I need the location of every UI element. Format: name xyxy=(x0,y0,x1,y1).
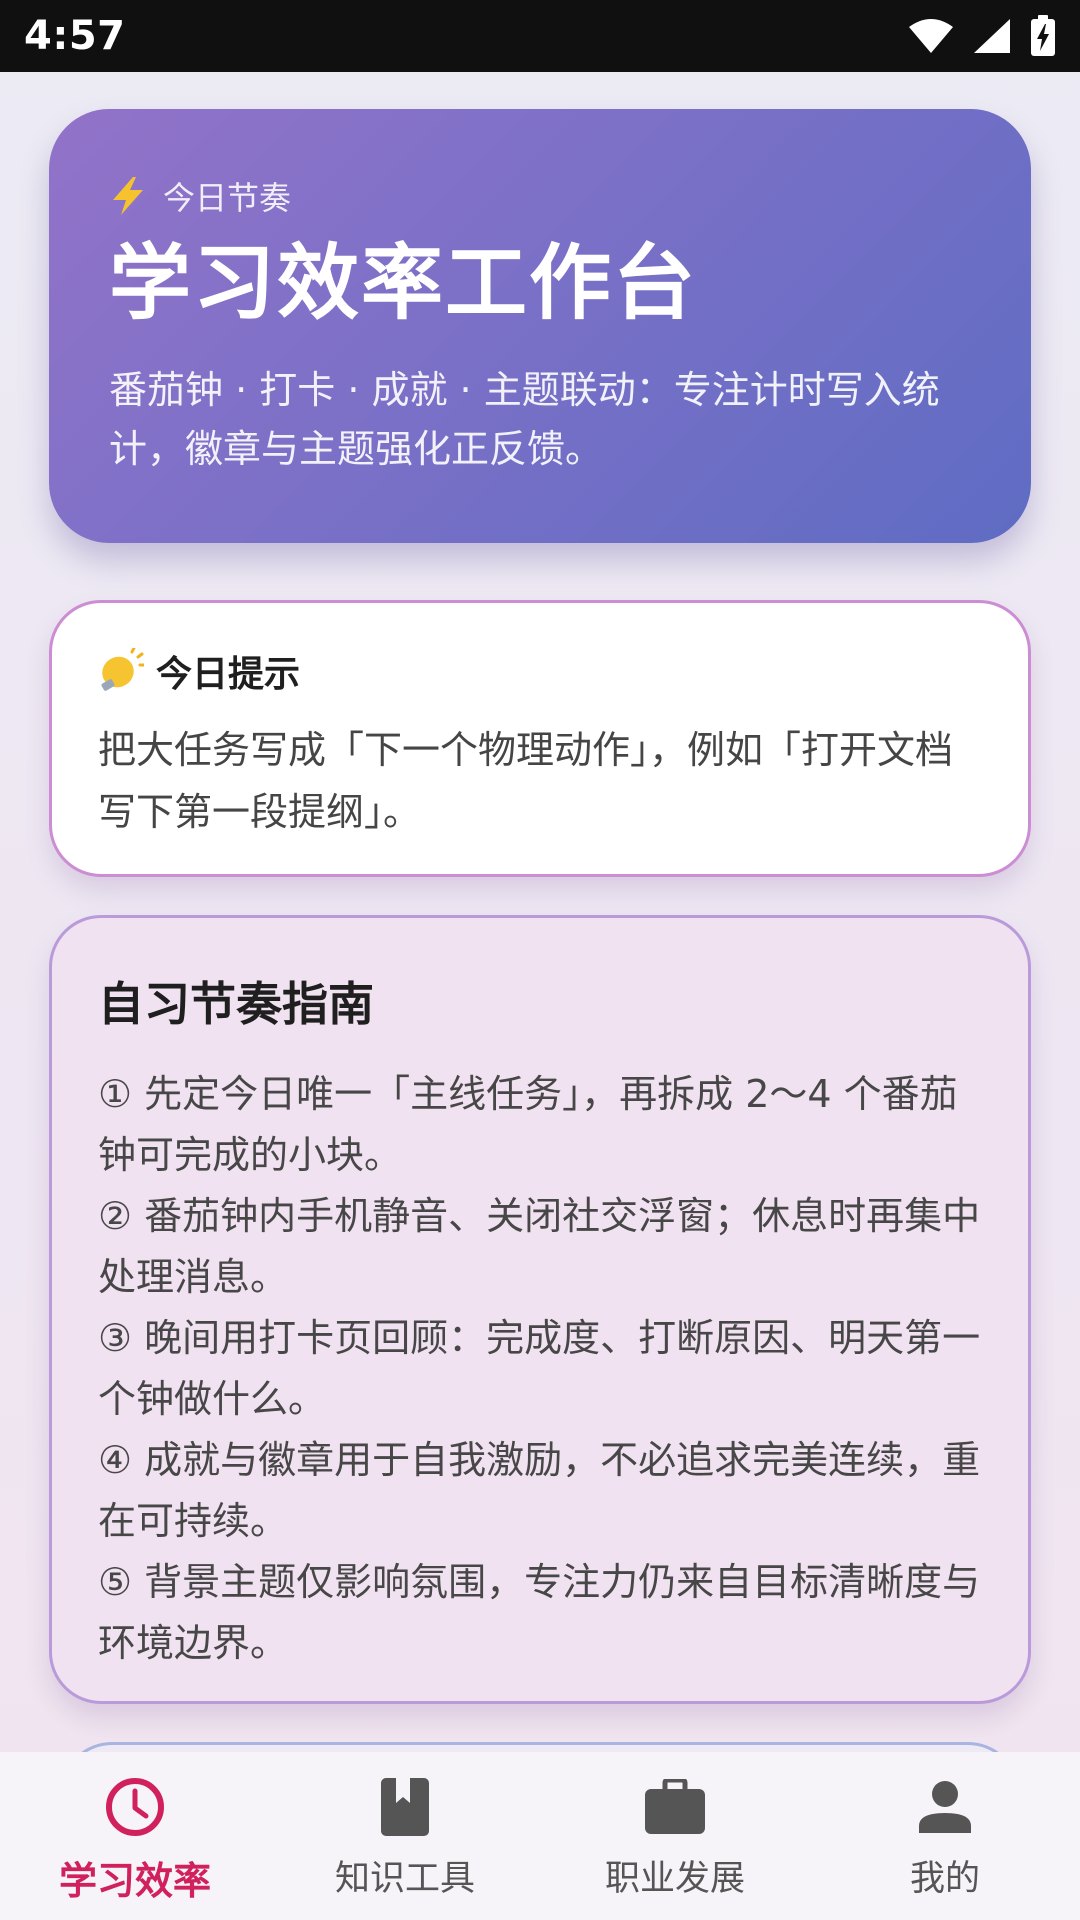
guide-item: ② 番茄钟内手机静音、关闭社交浮窗；休息时再集中处理消息。 xyxy=(98,1194,981,1299)
bottom-nav: 学习效率 知识工具 职业发展 我的 xyxy=(0,1752,1080,1920)
status-time: 4:57 xyxy=(24,13,126,59)
guide-card: 自习节奏指南 ① 先定今日唯一「主线任务」，再拆成 2～4 个番茄钟可完成的小块… xyxy=(49,915,1031,1704)
nav-label: 学习效率 xyxy=(58,1859,211,1903)
guide-item: ⑤ 背景主题仅影响氛围，专注力仍来自目标清晰度与环境边界。 xyxy=(98,1560,981,1665)
nav-tab-knowledge-tools[interactable]: 知识工具 xyxy=(270,1752,540,1920)
hero-card: 今日节奏 学习效率工作台 番茄钟 · 打卡 · 成就 · 主题联动：专注计时写入… xyxy=(49,109,1031,543)
person-icon xyxy=(912,1774,978,1840)
nav-tab-career-development[interactable]: 职业发展 xyxy=(540,1752,810,1920)
nav-label: 知识工具 xyxy=(334,1859,475,1899)
book-icon xyxy=(372,1774,438,1840)
nav-tab-profile[interactable]: 我的 xyxy=(810,1752,1080,1920)
wifi-icon xyxy=(909,19,953,53)
battery-icon xyxy=(1031,15,1055,56)
hero-eyebrow-label: 今日节奏 xyxy=(163,179,292,217)
tip-card: 今日提示 把大任务写成「下一个物理动作」，例如「打开文档写下第一段提纲」。 xyxy=(49,600,1031,877)
hero-eyebrow: 今日节奏 xyxy=(109,173,973,219)
hero-description: 番茄钟 · 打卡 · 成就 · 主题联动：专注计时写入统计，徽章与主题强化正反馈… xyxy=(109,368,940,472)
status-bar: 4:57 xyxy=(0,0,1080,72)
guide-title: 自习节奏指南 xyxy=(98,977,374,1031)
lightning-icon xyxy=(113,177,143,215)
lightbulb-icon xyxy=(101,648,144,691)
tip-header: 今日提示 xyxy=(98,645,982,697)
nav-label: 我的 xyxy=(909,1859,980,1899)
tip-title: 今日提示 xyxy=(156,654,301,695)
nav-label: 职业发展 xyxy=(604,1859,745,1899)
signal-icon xyxy=(974,19,1010,53)
guide-item: ③ 晚间用打卡页回顾：完成度、打断原因、明天第一个钟做什么。 xyxy=(98,1316,981,1421)
nav-tab-study-efficiency[interactable]: 学习效率 xyxy=(0,1752,270,1920)
guide-item: ① 先定今日唯一「主线任务」，再拆成 2～4 个番茄钟可完成的小块。 xyxy=(98,1072,958,1177)
guide-item: ④ 成就与徽章用于自我激励，不必追求完美连续，重在可持续。 xyxy=(98,1438,981,1543)
status-icons xyxy=(908,15,1056,57)
hero-title: 学习效率工作台 xyxy=(109,236,698,331)
clock-icon xyxy=(102,1774,168,1840)
tip-text: 把大任务写成「下一个物理动作」，例如「打开文档写下第一段提纲」。 xyxy=(98,728,954,834)
guide-list: ① 先定今日唯一「主线任务」，再拆成 2～4 个番茄钟可完成的小块。 ② 番茄钟… xyxy=(98,1064,982,1674)
briefcase-icon xyxy=(642,1774,708,1840)
